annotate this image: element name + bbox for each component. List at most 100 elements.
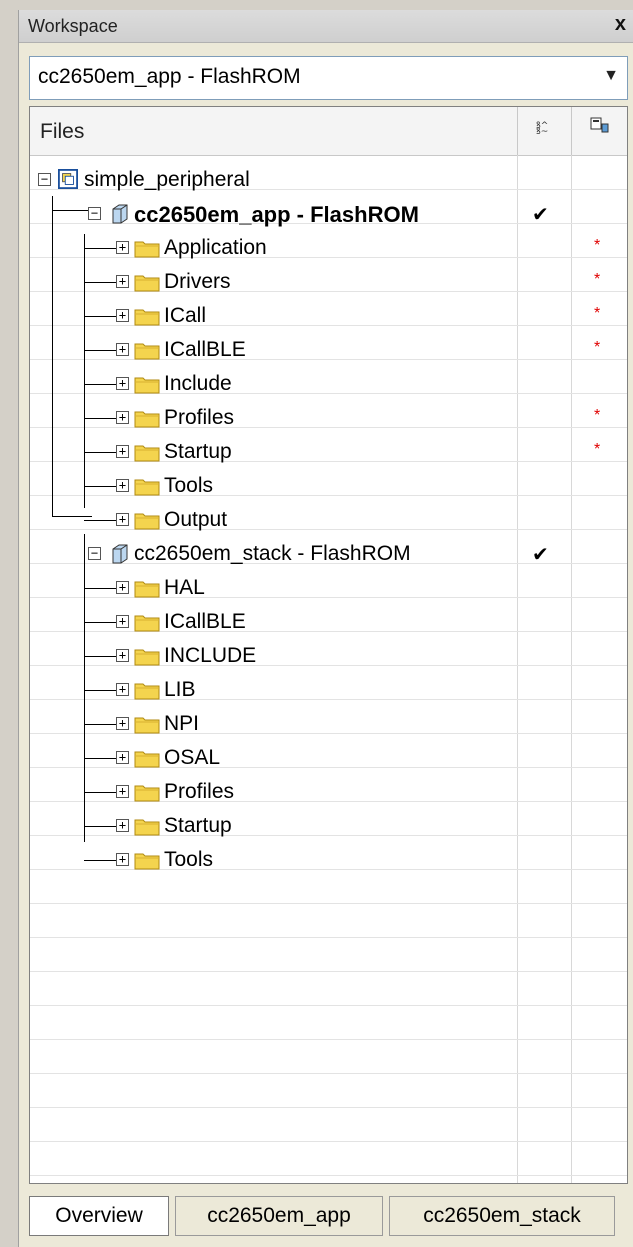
configuration-select[interactable]: cc2650em_app - FlashROM ▼: [29, 56, 628, 100]
tree-connector: [84, 486, 116, 487]
expand-icon[interactable]: +: [116, 717, 129, 730]
expand-icon[interactable]: +: [116, 649, 129, 662]
options-column-icon[interactable]: ꝸ^ ꝸ~: [517, 107, 571, 155]
collapse-icon[interactable]: −: [38, 173, 51, 186]
grid-line: [30, 971, 627, 972]
files-header: Files ꝸ^ ꝸ~: [30, 107, 627, 156]
folder-label: Startup: [164, 814, 232, 837]
configuration-value: cc2650em_app - FlashROM: [38, 65, 301, 88]
tree-connector: [84, 316, 116, 317]
tree-folder-row[interactable]: + ICall *: [30, 299, 627, 333]
tree-folder-row[interactable]: + Include: [30, 367, 627, 401]
build-column-icon[interactable]: [571, 107, 627, 155]
tree-connector: [84, 350, 116, 351]
folder-label: LIB: [164, 678, 196, 701]
expand-icon[interactable]: +: [116, 513, 129, 526]
collapse-icon[interactable]: −: [88, 547, 101, 560]
svg-text:ꝸ~: ꝸ~: [536, 127, 548, 135]
tree-connector: [84, 792, 116, 793]
tree-folder-row[interactable]: + Profiles *: [30, 401, 627, 435]
tree-folder-row[interactable]: + NPI: [30, 707, 627, 741]
chevron-down-icon[interactable]: ▼: [603, 67, 619, 85]
expand-icon[interactable]: +: [116, 785, 129, 798]
modified-marker: *: [594, 407, 601, 424]
tree-folder-row[interactable]: + ICallBLE: [30, 605, 627, 639]
tree-connector: [84, 452, 116, 453]
expand-icon[interactable]: +: [116, 275, 129, 288]
expand-icon[interactable]: +: [116, 751, 129, 764]
tree-folder-row[interactable]: + Drivers *: [30, 265, 627, 299]
tree-connector: [84, 724, 116, 725]
files-header-label: Files: [40, 120, 85, 143]
modified-marker: *: [594, 237, 601, 254]
tree-connector: [84, 860, 116, 861]
modified-marker: *: [594, 305, 601, 322]
folder-label: OSAL: [164, 746, 221, 769]
tree-project-app[interactable]: − cc2650em_app - FlashROM ✔: [30, 197, 627, 231]
modified-marker: *: [594, 441, 601, 458]
grid-line: [30, 1141, 627, 1142]
modified-marker: *: [594, 339, 601, 356]
folder-label: Profiles: [164, 406, 235, 429]
expand-icon[interactable]: +: [116, 479, 129, 492]
tree-connector: [84, 690, 116, 691]
expand-icon[interactable]: +: [116, 411, 129, 424]
tree-folder-row[interactable]: + Tools: [30, 469, 627, 503]
tree-folder-row[interactable]: + LIB: [30, 673, 627, 707]
folder-label: HAL: [164, 576, 205, 599]
folder-label: Tools: [164, 474, 214, 497]
tab-cc2650em-stack[interactable]: cc2650em_stack: [389, 1196, 615, 1236]
expand-icon[interactable]: +: [116, 853, 129, 866]
tree-folder-row[interactable]: + Application *: [30, 231, 627, 265]
modified-marker: *: [594, 271, 601, 288]
files-tree-panel: Files ꝸ^ ꝸ~ − simple_peripheral − cc2650…: [29, 106, 628, 1184]
tree-folder-row[interactable]: + HAL: [30, 571, 627, 605]
folder-label: Startup: [164, 440, 232, 463]
tree-project-stack[interactable]: − cc2650em_stack - FlashROM ✔: [30, 537, 627, 571]
tree-folder-row[interactable]: + Startup *: [30, 435, 627, 469]
project-icon: [112, 204, 128, 224]
expand-icon[interactable]: +: [116, 819, 129, 832]
expand-icon[interactable]: +: [116, 343, 129, 356]
folder-label: Profiles: [164, 780, 235, 803]
tree-folder-row[interactable]: + Profiles: [30, 775, 627, 809]
tree-folder-row[interactable]: + OSAL: [30, 741, 627, 775]
tree-connector: [84, 656, 116, 657]
tree-folder-row[interactable]: + INCLUDE: [30, 639, 627, 673]
workspace-titlebar: Workspace x: [19, 10, 633, 43]
grid-line: [30, 1107, 627, 1108]
tab-cc2650em-app[interactable]: cc2650em_app: [175, 1196, 383, 1236]
expand-icon[interactable]: +: [116, 683, 129, 696]
collapse-icon[interactable]: −: [88, 207, 101, 220]
tab-overview[interactable]: Overview: [29, 1196, 169, 1236]
tree-folder-row[interactable]: + ICallBLE *: [30, 333, 627, 367]
tree-root-row[interactable]: − simple_peripheral: [30, 163, 627, 197]
grid-line: [30, 1073, 627, 1074]
close-icon[interactable]: x: [615, 13, 626, 36]
folder-label: INCLUDE: [164, 644, 257, 667]
expand-icon[interactable]: +: [116, 309, 129, 322]
folder-label: ICall: [164, 304, 207, 327]
grid-line: [30, 1175, 627, 1176]
folder-label: Application: [164, 236, 267, 259]
folder-label: Tools: [164, 848, 214, 871]
tree-folder-row[interactable]: + Output: [30, 503, 627, 537]
workspace-window: Workspace x cc2650em_app - FlashROM ▼ Fi…: [18, 10, 633, 1247]
folder-label: Output: [164, 508, 228, 531]
folder-label: Include: [164, 372, 232, 395]
tree-folder-row[interactable]: + Tools: [30, 843, 627, 877]
tree-connector: [84, 282, 116, 283]
workspace-icon: [58, 169, 78, 189]
expand-icon[interactable]: +: [116, 581, 129, 594]
checkmark-icon: ✔: [532, 544, 549, 566]
expand-icon[interactable]: +: [116, 377, 129, 390]
grid-line: [30, 1005, 627, 1006]
tree-connector: [84, 520, 116, 521]
folder-label: ICallBLE: [164, 338, 246, 361]
project-icon: [112, 544, 128, 564]
expand-icon[interactable]: +: [116, 241, 129, 254]
expand-icon[interactable]: +: [116, 615, 129, 628]
tree-folder-row[interactable]: + Startup: [30, 809, 627, 843]
expand-icon[interactable]: +: [116, 445, 129, 458]
grid-line: [30, 1039, 627, 1040]
